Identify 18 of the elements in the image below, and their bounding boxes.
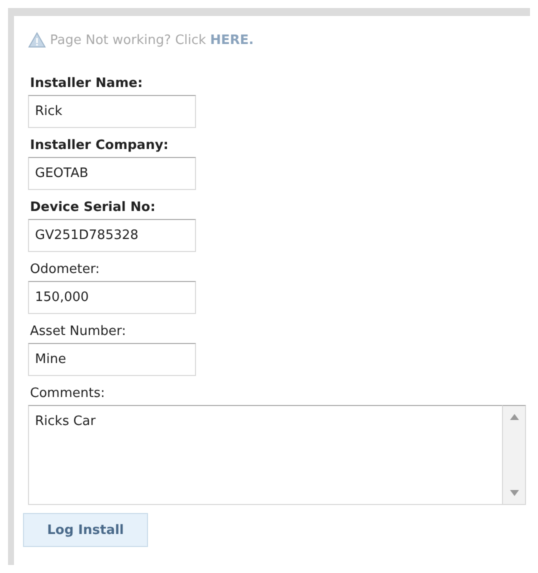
- field-label: Odometer:: [30, 262, 101, 278]
- warning-icon: [28, 32, 46, 48]
- comments-field[interactable]: Ricks Car: [28, 405, 502, 505]
- scroll-up-icon[interactable]: [510, 414, 518, 420]
- log-install-button[interactable]: Log Install: [23, 513, 148, 547]
- notice-text: Page Not working? Click: [50, 32, 206, 48]
- field-label: Installer Name:: [30, 76, 144, 92]
- scroll-down-icon[interactable]: [510, 490, 518, 496]
- field-label: Device Serial No:: [30, 200, 156, 216]
- field-label: Installer Company:: [30, 138, 170, 154]
- scrollbar[interactable]: [502, 405, 526, 505]
- input-field[interactable]: 150,000: [28, 281, 196, 314]
- field-label: Asset Number:: [30, 324, 128, 340]
- input-field[interactable]: Mine: [28, 343, 196, 376]
- input-field[interactable]: Rick: [28, 95, 196, 128]
- input-field[interactable]: GV251D785328: [28, 219, 196, 252]
- input-field[interactable]: GEOTAB: [28, 157, 196, 190]
- field-label: Comments:: [30, 386, 106, 402]
